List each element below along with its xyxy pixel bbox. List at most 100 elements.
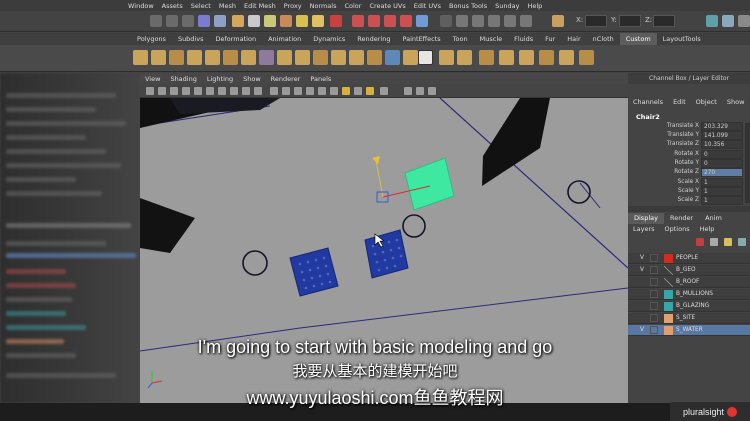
snap-to-grid-icon[interactable]	[352, 15, 364, 27]
shelf-tool-17-icon[interactable]	[418, 50, 433, 65]
mask-edge-icon[interactable]	[280, 15, 292, 27]
attr-rotate-y[interactable]: Rotate Y0	[628, 159, 743, 168]
attr-scale-z[interactable]: Scale Z1	[628, 196, 743, 205]
shelf-tool-2-icon[interactable]	[151, 50, 166, 65]
x-field[interactable]	[585, 15, 607, 27]
frame-all-icon[interactable]	[428, 87, 436, 95]
tab-fur[interactable]: Fur	[539, 33, 561, 45]
shelf-tool-11-icon[interactable]	[313, 50, 328, 65]
shelf-tool-21-icon[interactable]	[499, 50, 514, 65]
ipr-render-icon[interactable]	[472, 15, 484, 27]
lock-icon[interactable]	[312, 15, 324, 27]
panel-divider[interactable]	[628, 206, 750, 212]
shelf-tool-9-icon[interactable]	[277, 50, 292, 65]
panel-menu-panels[interactable]: Panels	[305, 75, 336, 83]
history-icon[interactable]	[440, 15, 452, 27]
menu-edit-mesh[interactable]: Edit Mesh	[240, 2, 280, 10]
snap-grid-icon[interactable]	[150, 15, 162, 27]
attr-translate-z[interactable]: Translate Z 10.356	[628, 140, 743, 149]
layer-row-b-roof[interactable]: B_ROOF	[628, 277, 750, 288]
shelf-tool-3-icon[interactable]	[169, 50, 184, 65]
shelf-tool-5-icon[interactable]	[205, 50, 220, 65]
mask-face-icon[interactable]	[296, 15, 308, 27]
select-hierarchy-icon[interactable]	[214, 15, 226, 27]
shelf-tool-14-icon[interactable]	[367, 50, 382, 65]
panel-menu-shading[interactable]: Shading	[165, 75, 201, 83]
camera-lock-icon[interactable]	[416, 87, 424, 95]
tab-layouttools[interactable]: LayoutTools	[657, 33, 707, 45]
high-quality-icon[interactable]	[380, 87, 388, 95]
attr-value[interactable]: 1	[701, 178, 743, 187]
snap-to-curve-icon[interactable]	[368, 15, 380, 27]
shelf-tool-18-icon[interactable]	[439, 50, 454, 65]
snap-live-icon[interactable]	[416, 15, 428, 27]
menu-select[interactable]: Select	[187, 2, 215, 10]
attr-value[interactable]: 0	[701, 150, 743, 159]
tab-muscle[interactable]: Muscle	[474, 33, 509, 45]
attr-translate-y[interactable]: Translate Y 141.099	[628, 131, 743, 140]
layer-menu-layers[interactable]: Layers	[628, 224, 660, 234]
image-plane-icon[interactable]	[182, 87, 190, 95]
panel-menu-renderer[interactable]: Renderer	[266, 75, 306, 83]
layer-visibility[interactable]: V	[640, 267, 644, 273]
attr-rotate-z[interactable]: Rotate Z 270	[628, 168, 743, 177]
layer-color-swatch[interactable]	[664, 290, 673, 299]
new-layer-selected-icon[interactable]	[710, 238, 718, 246]
attr-value[interactable]: 1	[701, 196, 743, 205]
camera-attributes-icon[interactable]	[158, 87, 166, 95]
layer-row-b-glazing[interactable]: B_GLAZING	[628, 301, 750, 312]
shelf-tool-22-icon[interactable]	[519, 50, 534, 65]
attr-scale-y[interactable]: Scale Y1	[628, 187, 743, 196]
attr-value[interactable]: 141.099	[701, 131, 743, 140]
menu-bonus-tools[interactable]: Bonus Tools	[445, 2, 491, 10]
tab-animation[interactable]: Animation	[262, 33, 307, 45]
transform-mode-icon[interactable]	[552, 15, 564, 27]
snap-to-view-icon[interactable]	[400, 15, 412, 27]
layer-color-swatch[interactable]	[664, 314, 673, 323]
shelf-tool-15-icon[interactable]	[385, 50, 400, 65]
tab-display[interactable]: Display	[628, 213, 664, 224]
resolution-gate-icon[interactable]	[218, 87, 226, 95]
move-layer-up-icon[interactable]	[724, 238, 732, 246]
menu-sunday[interactable]: Sunday	[491, 2, 523, 10]
menu-normals[interactable]: Normals	[306, 2, 341, 10]
wireframe-icon[interactable]	[270, 87, 278, 95]
mask-vertex-icon[interactable]	[264, 15, 276, 27]
field-chart-icon[interactable]	[242, 87, 250, 95]
z-field[interactable]	[653, 15, 675, 27]
render-view-icon[interactable]	[520, 15, 532, 27]
menu-window[interactable]: Window	[124, 2, 158, 10]
tab-render[interactable]: Render	[664, 213, 699, 224]
attr-translate-x[interactable]: Translate X 203.329	[628, 122, 743, 131]
render-icon[interactable]	[456, 15, 468, 27]
shelf-tool-6-icon[interactable]	[223, 50, 238, 65]
layer-playback-toggle[interactable]	[650, 302, 658, 310]
shelf-tool-7-icon[interactable]	[241, 50, 256, 65]
menu-create-uvs[interactable]: Create UVs	[365, 2, 409, 10]
layer-row-s-site[interactable]: S_SITE	[628, 313, 750, 324]
wireframe-on-shaded-icon[interactable]	[294, 87, 302, 95]
cb-menu-channels[interactable]: Channels	[628, 98, 668, 108]
cb-menu-edit[interactable]: Edit	[668, 98, 691, 108]
shelf-tool-8-icon[interactable]	[259, 50, 274, 65]
cb-menu-object[interactable]: Object	[691, 98, 722, 108]
menu-mesh[interactable]: Mesh	[215, 2, 240, 10]
panel-menu-lighting[interactable]: Lighting	[202, 75, 238, 83]
textured-icon[interactable]	[306, 87, 314, 95]
render-settings-icon[interactable]	[488, 15, 500, 27]
tab-fluids[interactable]: Fluids	[508, 33, 539, 45]
layer-color-swatch[interactable]	[664, 278, 673, 287]
object-name[interactable]: Chair2	[636, 113, 660, 121]
chair-selected[interactable]	[404, 157, 455, 211]
layer-color-swatch[interactable]	[664, 254, 673, 263]
safe-action-icon[interactable]	[254, 87, 262, 95]
snap-curve-icon[interactable]	[166, 15, 178, 27]
smooth-shade-icon[interactable]	[282, 87, 290, 95]
layer-playback-toggle[interactable]	[650, 326, 658, 334]
tab-subdivs[interactable]: Subdivs	[172, 33, 210, 45]
tab-painteffects[interactable]: PaintEffects	[396, 33, 446, 45]
tab-custom[interactable]: Custom	[619, 33, 657, 45]
tab-polygons[interactable]: Polygons	[131, 33, 172, 45]
tool-settings-icon[interactable]	[722, 15, 734, 27]
move-layer-down-icon[interactable]	[738, 238, 746, 246]
